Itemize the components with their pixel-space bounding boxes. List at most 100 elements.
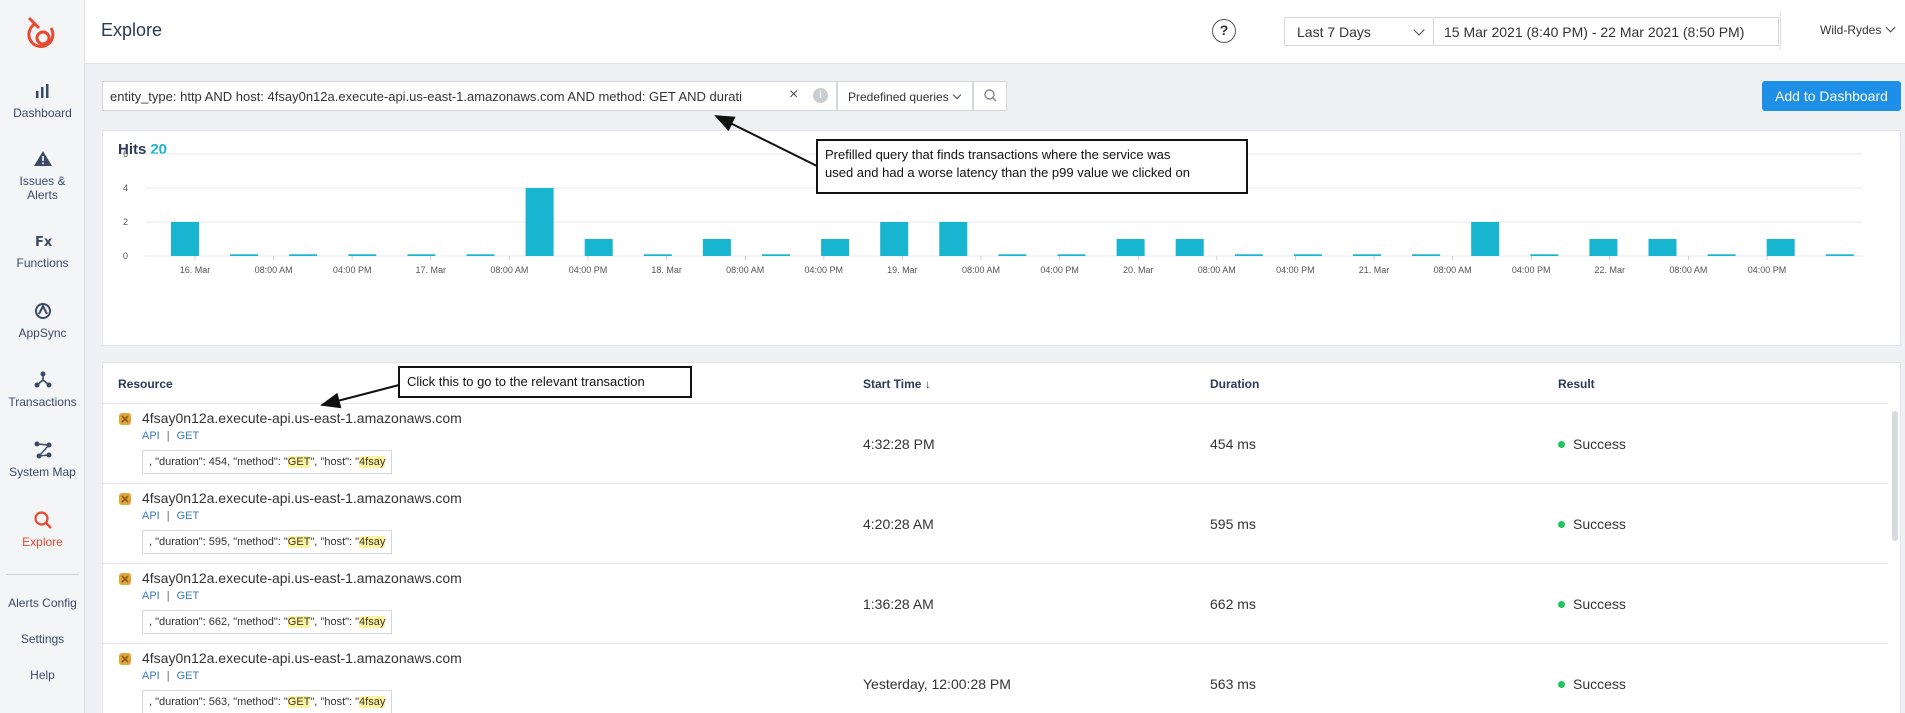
- chart-bar: [1648, 239, 1677, 256]
- help-icon[interactable]: ?: [1212, 19, 1236, 43]
- x-tick-label: 08:00 AM: [1198, 265, 1236, 275]
- app-logo[interactable]: [21, 14, 61, 54]
- result-text: Success: [1573, 676, 1626, 692]
- info-icon[interactable]: i: [813, 88, 828, 103]
- search-button[interactable]: [973, 81, 1007, 111]
- clear-query-icon[interactable]: ×: [789, 87, 798, 103]
- x-tick-label: 08:00 AM: [490, 265, 528, 275]
- start-time: 4:20:28 AM: [863, 516, 934, 532]
- start-time-label: Start Time: [863, 377, 922, 391]
- header-divider: [1780, 12, 1781, 50]
- query-annotation-line-1: Prefilled query that finds transactions …: [825, 147, 1171, 162]
- duration: 595 ms: [1210, 516, 1256, 532]
- sidebar-item-label: Transactions: [8, 395, 77, 409]
- duration: 454 ms: [1210, 436, 1256, 452]
- column-header-duration[interactable]: Duration: [1210, 377, 1259, 391]
- snippet-highlight: 4fsay: [359, 696, 386, 708]
- snippet-highlight: GET: [287, 696, 311, 708]
- add-to-dashboard-button[interactable]: Add to Dashboard: [1762, 81, 1901, 111]
- predefined-queries-dropdown[interactable]: Predefined queries: [837, 81, 973, 111]
- chart-bar: [1353, 254, 1381, 256]
- result-text: Success: [1573, 436, 1626, 452]
- table-row[interactable]: 4fsay0n12a.execute-api.us-east-1.amazona…: [103, 403, 1888, 483]
- warning-icon: [33, 151, 52, 166]
- resource-type: API: [142, 430, 160, 442]
- sidebar-item-settings[interactable]: Settings: [0, 632, 85, 646]
- x-tick-label: 20. Mar: [1123, 265, 1154, 275]
- sidebar-item-issues-alerts[interactable]: Issues & Alerts: [0, 148, 85, 202]
- chart-bar: [1234, 254, 1263, 256]
- column-header-result[interactable]: Result: [1558, 377, 1595, 391]
- chart-bar: [525, 188, 554, 256]
- scrollbar[interactable]: [1892, 411, 1898, 541]
- duration: 563 ms: [1210, 676, 1256, 692]
- time-range-select[interactable]: Last 7 Days: [1284, 17, 1434, 46]
- resource-link[interactable]: 4fsay0n12a.execute-api.us-east-1.amazona…: [142, 490, 462, 506]
- y-tick-label: 6: [123, 149, 128, 159]
- svg-text:Fx: Fx: [35, 235, 53, 250]
- success-dot-icon: [1558, 681, 1565, 688]
- sidebar-item-alerts-config[interactable]: Alerts Config: [0, 596, 85, 610]
- sidebar-item-dashboard[interactable]: Dashboard: [0, 80, 85, 120]
- x-tick-label: 04:00 PM: [333, 265, 372, 275]
- query-input[interactable]: entity_type: http AND host: 4fsay0n12a.e…: [102, 81, 837, 111]
- sidebar-item-system-map[interactable]: System Map: [0, 439, 85, 479]
- sidebar-item-appsync[interactable]: AppSync: [0, 300, 85, 340]
- table-row[interactable]: 4fsay0n12a.execute-api.us-east-1.amazona…: [103, 483, 1888, 563]
- bar-chart-icon: [35, 84, 48, 98]
- result-status: Success: [1558, 436, 1626, 452]
- sidebar-item-label: System Map: [9, 465, 76, 479]
- start-time: 4:32:28 PM: [863, 436, 935, 452]
- sidebar-item-explore[interactable]: Explore: [0, 509, 85, 549]
- chart-bar: [1116, 239, 1145, 256]
- api-gateway-icon: [119, 573, 131, 585]
- api-gateway-icon: [119, 653, 131, 665]
- sidebar: Dashboard Issues & Alerts Fx Functions A…: [0, 0, 85, 713]
- resource-meta: API | GET: [142, 670, 199, 682]
- account-switcher[interactable]: Wild-Rydes: [1820, 22, 1896, 37]
- x-tick-label: 22. Mar: [1595, 265, 1626, 275]
- meta-separator: |: [166, 510, 170, 522]
- top-header: Explore ? Last 7 Days 15 Mar 2021 (8:40 …: [85, 0, 1905, 64]
- x-tick-label: 16. Mar: [180, 265, 211, 275]
- sidebar-divider: [6, 574, 79, 575]
- chart-bar: [1766, 239, 1795, 256]
- result-status: Success: [1558, 676, 1626, 692]
- query-annotation-line-2: used and had a worse latency than the p9…: [825, 165, 1190, 180]
- api-gateway-icon: [119, 493, 131, 505]
- search-icon: [984, 89, 997, 102]
- resource-link[interactable]: 4fsay0n12a.execute-api.us-east-1.amazona…: [142, 650, 462, 666]
- chart-bar: [1825, 254, 1854, 256]
- meta-separator: |: [166, 430, 170, 442]
- resource-type: API: [142, 670, 160, 682]
- table-row[interactable]: 4fsay0n12a.execute-api.us-east-1.amazona…: [103, 563, 1888, 643]
- date-range-picker[interactable]: 15 Mar 2021 (8:40 PM) - 22 Mar 2021 (8:5…: [1434, 17, 1779, 46]
- meta-separator: |: [166, 590, 170, 602]
- resource-link[interactable]: 4fsay0n12a.execute-api.us-east-1.amazona…: [142, 410, 462, 426]
- snippet-text: ", "host": ": [310, 456, 360, 468]
- chart-bar: [348, 254, 377, 256]
- resource-type: API: [142, 590, 160, 602]
- sidebar-item-help[interactable]: Help: [0, 668, 85, 682]
- resource-meta: API | GET: [142, 590, 199, 602]
- resource-method: GET: [176, 590, 200, 602]
- x-tick-label: 04:00 PM: [805, 265, 844, 275]
- sidebar-item-transactions[interactable]: Transactions: [0, 369, 85, 409]
- sidebar-item-label: Issues & Alerts: [19, 174, 66, 202]
- chevron-down-icon: [1885, 22, 1896, 33]
- snippet-text: ", "host": ": [310, 616, 360, 628]
- chart-bar: [643, 254, 672, 256]
- column-header-start-time[interactable]: Start Time ↓: [863, 377, 931, 391]
- sidebar-item-functions[interactable]: Fx Functions: [0, 230, 85, 270]
- appsync-icon: [34, 303, 51, 319]
- x-tick-label: 18. Mar: [651, 265, 682, 275]
- sidebar-item-label: AppSync: [18, 326, 67, 340]
- chart-bar: [1293, 254, 1322, 256]
- table-row[interactable]: 4fsay0n12a.execute-api.us-east-1.amazona…: [103, 643, 1888, 713]
- resource-method: GET: [176, 430, 200, 442]
- snippet-text: ", "host": ": [310, 696, 360, 708]
- snippet-text: , "duration": 662, "method": ": [149, 616, 288, 628]
- column-header-resource[interactable]: Resource: [118, 377, 173, 391]
- start-time: Yesterday, 12:00:28 PM: [863, 676, 1011, 692]
- resource-link[interactable]: 4fsay0n12a.execute-api.us-east-1.amazona…: [142, 570, 462, 586]
